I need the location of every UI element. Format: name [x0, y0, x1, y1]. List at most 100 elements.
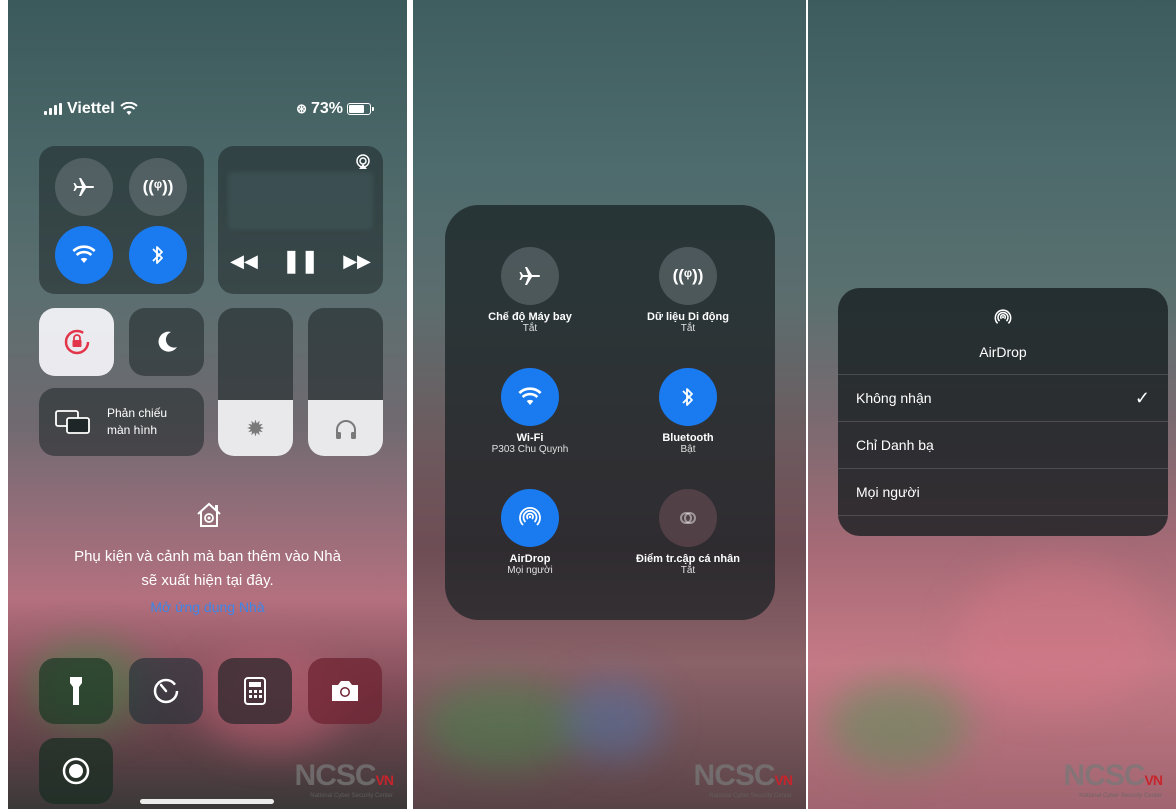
calculator-button[interactable]	[218, 658, 292, 724]
flashlight-button[interactable]	[39, 658, 113, 724]
home-message-line2: sẽ xuất hiện tại đây.	[141, 572, 274, 589]
forward-icon[interactable]: ▶▶	[343, 251, 371, 272]
camera-button[interactable]	[308, 658, 382, 724]
cellular-antenna-icon: ((ᵠ))	[142, 177, 174, 196]
airdrop-toggle[interactable]	[501, 489, 559, 547]
wifi-label: Wi-Fi	[516, 432, 544, 444]
airplay-icon[interactable]	[355, 154, 371, 170]
calculator-icon	[244, 677, 266, 705]
ncsc-watermark: NCSCVN National Cyber Security Center	[693, 759, 793, 799]
airdrop-option-label: Chỉ Danh bạ	[856, 437, 934, 453]
watermark-subtitle: National Cyber Security Center	[1079, 793, 1162, 799]
battery-icon	[347, 103, 374, 115]
wallpaper-blob	[958, 560, 1158, 710]
record-icon	[62, 757, 90, 785]
timer-button[interactable]	[129, 658, 203, 724]
screen-mirroring-label: Phản chiếu màn hình	[107, 406, 168, 437]
ncsc-watermark: NCSCVN National Cyber Security Center	[1063, 759, 1163, 799]
control-center-panel: Viettel ⊛ 73% ((ᵠ)) ◀◀ ❚❚ ▶▶ Phản chiếu …	[8, 0, 407, 809]
connectivity-module[interactable]: ((ᵠ))	[39, 146, 204, 294]
screen-recording-button[interactable]	[39, 738, 113, 804]
airplane-mode-toggle[interactable]	[55, 158, 113, 216]
rotation-lock-toggle[interactable]	[39, 308, 114, 376]
personal-hotspot-status: Tắt	[680, 565, 696, 576]
bluetooth-toggle[interactable]	[129, 226, 187, 284]
media-module[interactable]: ◀◀ ❚❚ ▶▶	[218, 146, 383, 294]
cellular-data-toggle[interactable]: ((ᵠ))	[129, 158, 187, 216]
signal-icon	[44, 103, 62, 115]
home-indicator[interactable]	[140, 799, 274, 804]
expanded-connectivity-panel: Chế độ Máy bay Tắt ((ᵠ)) Dữ liệu Di động…	[413, 0, 806, 809]
airdrop-cell[interactable]: AirDrop Mọi người	[455, 489, 605, 576]
airdrop-menu-title: AirDrop	[979, 344, 1027, 360]
airplane-mode-status: Tắt	[522, 323, 538, 334]
screen-mirroring-icon	[55, 410, 90, 434]
airdrop-icon	[994, 309, 1012, 324]
bluetooth-status: Bật	[680, 444, 696, 455]
bluetooth-icon	[682, 388, 693, 406]
airplane-mode-toggle[interactable]	[501, 247, 559, 305]
timer-icon	[153, 678, 179, 704]
orientation-lock-status-icon: ⊛	[296, 101, 307, 116]
wallpaper-blob	[828, 680, 968, 770]
home-message-line1: Phụ kiện và cảnh mà bạn thêm vào Nhà	[74, 548, 341, 565]
watermark-text: NCSC	[1063, 759, 1146, 792]
wifi-toggle[interactable]	[55, 226, 113, 284]
watermark-suffix: VN	[1144, 772, 1163, 788]
airplane-mode-cell[interactable]: Chế độ Máy bay Tắt	[455, 247, 605, 334]
personal-hotspot-cell[interactable]: Điểm tr.cập cá nhân Tắt	[613, 489, 763, 576]
checkmark-icon: ✓	[1134, 387, 1150, 408]
watermark-subtitle: National Cyber Security Center	[310, 793, 393, 799]
cellular-data-status: Tắt	[680, 323, 696, 334]
volume-slider[interactable]	[308, 308, 383, 456]
battery-percent: 73%	[310, 100, 343, 117]
carrier-name: Viettel	[67, 100, 115, 117]
airplane-icon	[73, 178, 94, 196]
ncsc-watermark: NCSCVN National Cyber Security Center	[294, 759, 394, 799]
bluetooth-icon	[152, 246, 163, 264]
cellular-data-cell[interactable]: ((ᵠ)) Dữ liệu Di động Tắt	[613, 247, 763, 334]
now-playing-artwork	[228, 172, 373, 230]
airdrop-status: Mọi người	[507, 565, 553, 576]
wifi-status-icon	[120, 102, 138, 115]
brightness-slider[interactable]: ✹	[218, 308, 293, 456]
bluetooth-toggle[interactable]	[659, 368, 717, 426]
hotspot-icon	[680, 512, 696, 525]
moon-icon	[158, 331, 177, 352]
watermark-text: NCSC	[294, 759, 377, 792]
cellular-data-toggle[interactable]: ((ᵠ))	[659, 247, 717, 305]
open-home-app-link[interactable]: Mở ứng dụng Nhà	[8, 596, 407, 618]
wifi-network-name: P303 Chu Quynh	[491, 444, 569, 455]
watermark-text: NCSC	[693, 759, 776, 792]
airplane-icon	[519, 267, 540, 285]
airdrop-menu: AirDrop Không nhận ✓ Chỉ Danh bạ Mọi ngư…	[838, 288, 1168, 536]
cellular-antenna-icon: ((ᵠ))	[672, 266, 704, 285]
wifi-toggle[interactable]	[501, 368, 559, 426]
watermark-suffix: VN	[375, 772, 394, 788]
airdrop-option-everyone[interactable]: Mọi người	[838, 468, 1168, 515]
rewind-icon[interactable]: ◀◀	[230, 251, 258, 272]
headphones-icon	[336, 420, 356, 439]
airdrop-label: AirDrop	[509, 553, 551, 565]
airdrop-options-panel: AirDrop Không nhận ✓ Chỉ Danh bạ Mọi ngư…	[808, 0, 1176, 809]
pause-icon[interactable]: ❚❚	[282, 248, 319, 274]
personal-hotspot-toggle[interactable]	[659, 489, 717, 547]
airplane-mode-label: Chế độ Máy bay	[488, 311, 572, 323]
wifi-cell[interactable]: Wi-Fi P303 Chu Quynh	[455, 368, 605, 455]
bluetooth-cell[interactable]: Bluetooth Bật	[613, 368, 763, 455]
connectivity-expanded-card: Chế độ Máy bay Tắt ((ᵠ)) Dữ liệu Di động…	[445, 205, 775, 620]
airdrop-option-label: Không nhận	[856, 390, 932, 406]
cellular-data-label: Dữ liệu Di động	[647, 311, 729, 323]
do-not-disturb-toggle[interactable]	[129, 308, 204, 376]
wifi-icon	[518, 387, 542, 405]
flashlight-icon	[70, 677, 82, 705]
camera-icon	[332, 681, 358, 701]
watermark-suffix: VN	[774, 772, 793, 788]
rotation-lock-icon	[64, 329, 89, 355]
airdrop-option-receiving-off[interactable]: Không nhận ✓	[838, 374, 1168, 421]
screen-mirroring-button[interactable]: Phản chiếu màn hình	[39, 388, 204, 456]
home-icon	[197, 502, 221, 527]
sun-icon: ✹	[246, 416, 265, 441]
personal-hotspot-label: Điểm tr.cập cá nhân	[636, 553, 740, 565]
airdrop-option-contacts-only[interactable]: Chỉ Danh bạ	[838, 421, 1168, 468]
